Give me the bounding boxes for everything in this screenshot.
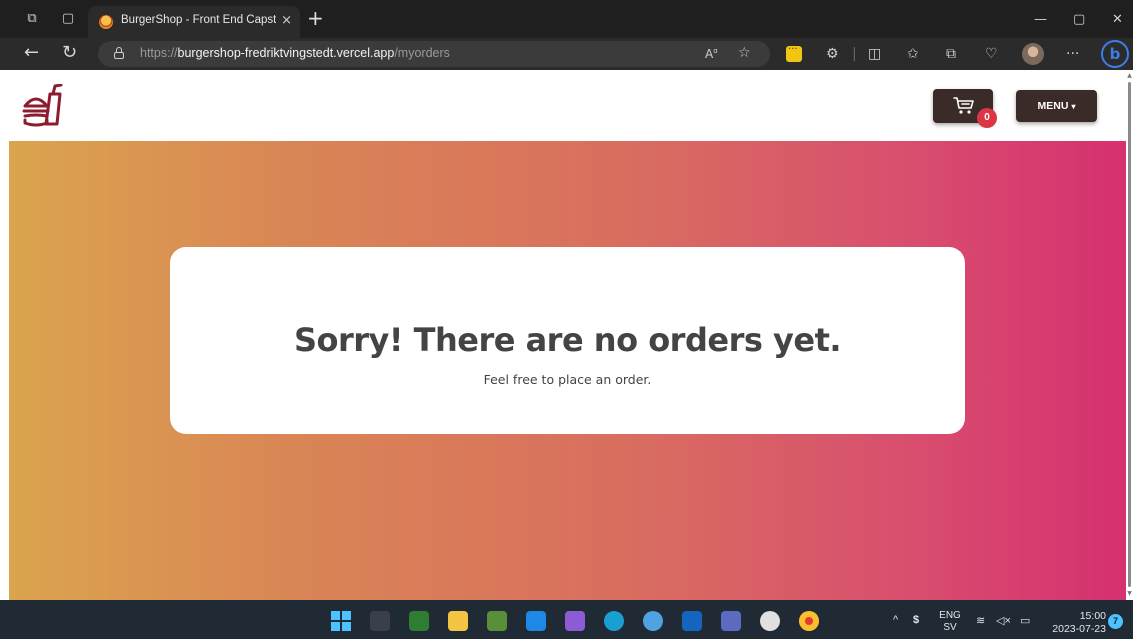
web-page: MENU ▾ Sorry! There are no orders yet. Fe… — [0, 70, 1126, 600]
caret-down-icon: ▾ — [1071, 102, 1076, 111]
read-aloud-icon[interactable]: Aɑ — [705, 47, 718, 61]
scrollbar-thumb[interactable] — [1128, 82, 1131, 587]
burger-favicon-icon — [99, 15, 113, 29]
tab-close-icon[interactable]: × — [281, 13, 292, 28]
windows-start-icon[interactable] — [331, 611, 351, 631]
window-close-icon[interactable]: ✕ — [1112, 12, 1123, 27]
file-explorer-icon[interactable] — [448, 611, 468, 631]
address-bar[interactable]: https://burgershop-fredriktvingstedt.ver… — [98, 41, 770, 67]
scroll-up-arrow-icon[interactable]: ▲ — [1126, 72, 1133, 80]
empty-orders-subtitle: Feel free to place an order. — [483, 372, 652, 387]
more-options-icon[interactable]: ··· — [1066, 45, 1079, 63]
scroll-down-arrow-icon[interactable]: ▼ — [1126, 590, 1133, 598]
menu-dropdown-button[interactable]: MENU ▾ — [1016, 90, 1097, 122]
toolbar-divider: | — [852, 46, 857, 62]
vscode-icon[interactable] — [526, 611, 546, 631]
outlook-icon[interactable] — [682, 611, 702, 631]
battery-icon[interactable]: ▭ — [1020, 614, 1030, 627]
app-icon-8[interactable] — [643, 611, 663, 631]
chrome-dev-icon[interactable] — [760, 611, 780, 631]
edge-icon[interactable] — [604, 611, 624, 631]
minimize-icon[interactable]: — — [1034, 12, 1047, 27]
app-icon-4[interactable] — [487, 611, 507, 631]
taskbar-clock[interactable]: 15:00 2023-07-23 — [1040, 610, 1106, 636]
teams-icon[interactable] — [721, 611, 741, 631]
chrome-icon[interactable] — [799, 611, 819, 631]
browser-essentials-icon[interactable]: ♡ — [985, 45, 998, 63]
empty-orders-card: Sorry! There are no orders yet. Feel fre… — [170, 247, 965, 434]
page-scrollbar[interactable]: ▲ ▼ — [1126, 70, 1133, 600]
browser-toolbar: ← ↻ https://burgershop-fredriktvingstedt… — [0, 38, 1133, 70]
cart-count-badge: 0 — [977, 108, 997, 128]
collections-icon[interactable]: ⧉ — [946, 45, 956, 63]
empty-orders-title: Sorry! There are no orders yet. — [293, 321, 842, 359]
site-header: MENU ▾ — [0, 70, 1126, 141]
tab-title: BurgerShop - Front End Capstone — [121, 14, 276, 26]
favorites-icon[interactable]: ✩ — [907, 45, 919, 63]
maximize-icon[interactable]: ▢ — [1073, 12, 1085, 27]
favorite-star-icon[interactable]: ☆ — [738, 45, 751, 61]
burger-drink-logo-icon[interactable] — [22, 84, 64, 128]
extension-yellow-icon[interactable] — [786, 44, 802, 62]
lock-icon[interactable] — [114, 47, 124, 59]
cart-icon — [953, 97, 974, 114]
profile-avatar[interactable] — [1022, 43, 1044, 65]
volume-muted-icon[interactable]: ◁× — [996, 614, 1011, 627]
menu-label: MENU — [1037, 100, 1069, 112]
url-text[interactable]: https://burgershop-fredriktvingstedt.ver… — [140, 46, 450, 60]
app-icon-1[interactable] — [370, 611, 390, 631]
tray-overflow-icon[interactable]: ^ — [893, 614, 898, 626]
browser-titlebar: ⧉ ▢ BurgerShop - Front End Capstone × + … — [0, 0, 1133, 38]
language-indicator[interactable]: ENG SV — [938, 610, 962, 634]
split-screen-icon[interactable]: ◫ — [868, 45, 881, 63]
app-icon-2[interactable] — [409, 611, 429, 631]
tray-dollar-icon[interactable]: $ — [913, 614, 919, 626]
refresh-icon[interactable]: ↻ — [62, 43, 77, 63]
new-tab-button[interactable]: + — [307, 8, 324, 28]
back-arrow-icon[interactable]: ← — [24, 43, 39, 63]
visual-studio-icon[interactable] — [565, 611, 585, 631]
bing-copilot-icon[interactable]: b — [1101, 40, 1129, 68]
tab-actions-icon[interactable]: ▢ — [59, 10, 77, 28]
wifi-icon[interactable]: ≋ — [976, 614, 985, 627]
browser-tab-active[interactable]: BurgerShop - Front End Capstone × — [88, 6, 300, 38]
orders-hero-section: Sorry! There are no orders yet. Feel fre… — [9, 141, 1126, 600]
workspaces-icon[interactable]: ⧉ — [23, 10, 41, 28]
notification-badge[interactable]: 7 — [1108, 614, 1123, 629]
extensions-puzzle-icon[interactable]: ⚙ — [826, 45, 839, 63]
